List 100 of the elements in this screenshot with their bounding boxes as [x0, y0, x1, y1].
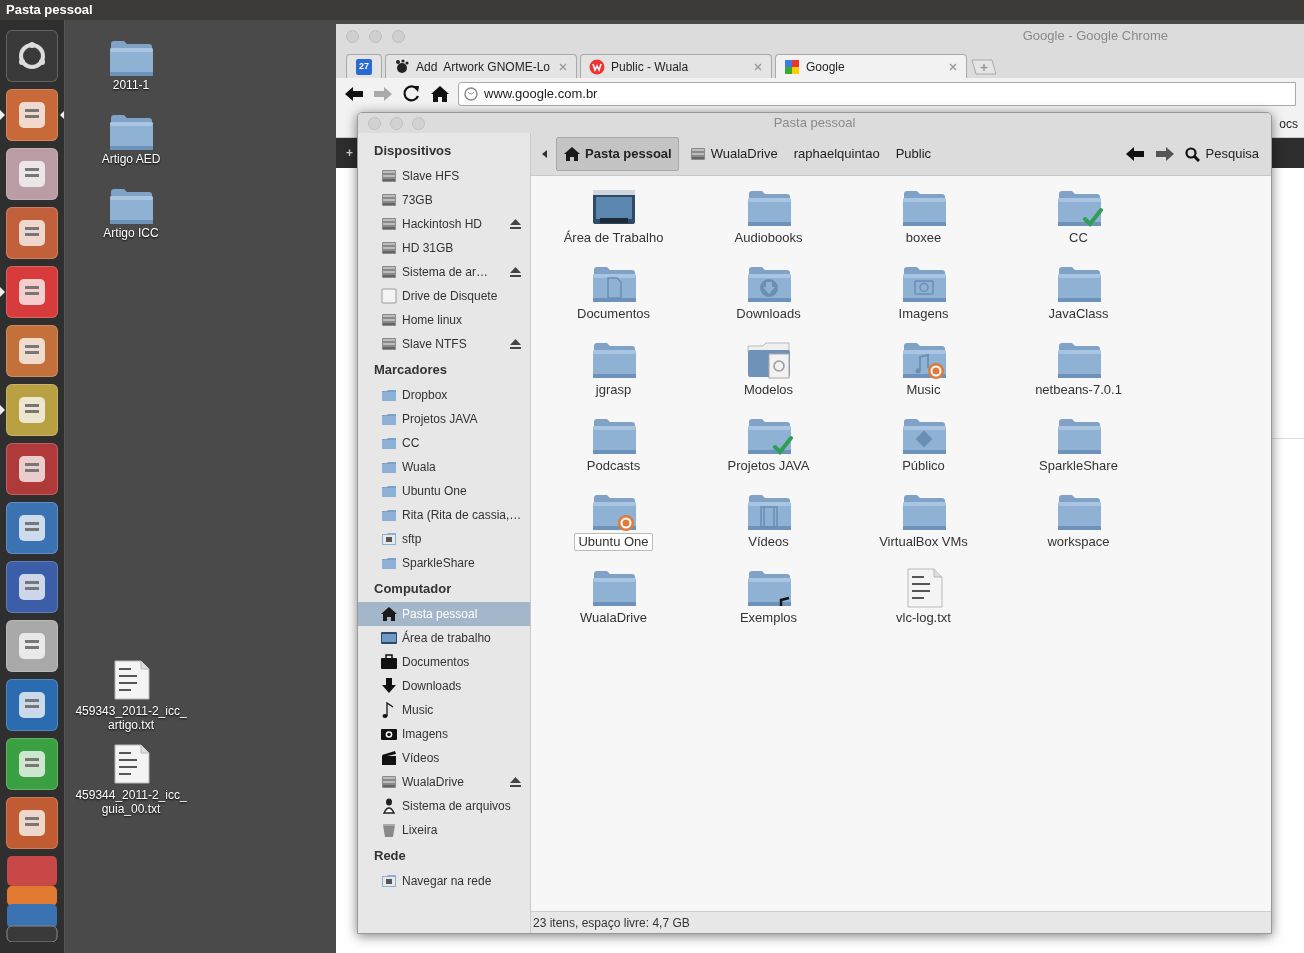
drive-icon — [380, 263, 398, 281]
sidebar-item[interactable]: Projetos JAVA — [358, 407, 530, 431]
close-icon[interactable] — [948, 61, 958, 72]
launcher-icon[interactable] — [6, 148, 58, 200]
eject-icon[interactable] — [509, 218, 522, 230]
launcher-icon[interactable] — [6, 561, 58, 613]
file-label[interactable]: Artigo AED — [61, 152, 201, 166]
file-label[interactable]: boxee — [901, 229, 946, 247]
file-label[interactable]: Artigo ICC — [61, 226, 201, 240]
drive-icon — [380, 773, 398, 791]
browser-tab[interactable]: Google — [775, 54, 967, 78]
file-label[interactable]: Documentos — [573, 305, 654, 323]
favicon-icon — [589, 58, 605, 75]
file-label[interactable]: Music — [902, 381, 945, 399]
file-label[interactable]: VirtualBox VMs — [875, 533, 972, 551]
sidebar-item[interactable]: Sistema de ar… — [358, 260, 530, 284]
launcher-icon[interactable] — [6, 620, 58, 672]
file-label[interactable]: WualaDrive — [576, 609, 651, 627]
file-label[interactable]: vlc-log.txt — [892, 609, 955, 627]
file-label[interactable]: Podcasts — [582, 457, 645, 475]
sidebar-item[interactable]: Rita (Rita de cassia,… — [358, 503, 530, 527]
new-tab-icon[interactable] — [970, 58, 998, 76]
file-label[interactable]: 459344_2011-2_icc_guia_00.txt — [61, 788, 201, 816]
file-label[interactable]: Público — [898, 457, 949, 475]
search-icon — [1184, 146, 1200, 162]
sidebar-item[interactable]: HD 31GB — [358, 236, 530, 260]
close-icon[interactable] — [753, 61, 763, 72]
path-button[interactable]: raphaelquintao — [787, 137, 886, 171]
eject-icon[interactable] — [509, 776, 522, 788]
reload-icon[interactable] — [402, 84, 422, 104]
file-label[interactable]: Audiobooks — [730, 229, 807, 247]
folder-icon[interactable] — [107, 38, 155, 78]
path-button[interactable]: WualaDrive — [682, 137, 784, 171]
forward-arrow-icon[interactable] — [1154, 146, 1175, 162]
sidebar-item[interactable]: Hackintosh HD — [358, 212, 530, 236]
browser-tab[interactable]: Public - Wuala — [580, 54, 772, 78]
browser-tab[interactable]: Add Artwork GNOME-Lo — [385, 54, 577, 78]
sidebar-item[interactable]: Sistema de arquivos — [358, 794, 530, 818]
sidebar-item[interactable]: Imagens — [358, 722, 530, 746]
close-icon[interactable] — [558, 61, 568, 72]
scroll-left-icon[interactable] — [542, 150, 547, 158]
sidebar-item[interactable]: sftp — [358, 527, 530, 551]
sidebar-item[interactable]: SparkleShare — [358, 551, 530, 575]
file-label[interactable]: Modelos — [739, 381, 798, 399]
file-label[interactable]: Imagens — [894, 305, 953, 323]
documents-icon — [380, 653, 398, 671]
sidebar-item[interactable]: Home linux — [358, 308, 530, 332]
sidebar-item[interactable]: Drive de Disquete — [358, 284, 530, 308]
file-label[interactable]: Projetos JAVA — [723, 457, 814, 475]
launcher-icon[interactable] — [6, 384, 58, 436]
sidebar-item[interactable]: Navegar na rede — [358, 869, 530, 893]
sidebar-item[interactable]: Slave HFS — [358, 164, 530, 188]
sidebar-item[interactable]: Slave NTFS — [358, 332, 530, 356]
sidebar-item[interactable]: Vídeos — [358, 746, 530, 770]
file-label[interactable]: jgrasp — [591, 381, 636, 399]
folder-icon[interactable] — [107, 186, 155, 226]
file-label[interactable]: Exemplos — [735, 609, 802, 627]
address-bar[interactable]: www.google.com.br — [458, 82, 1296, 106]
sidebar-item[interactable]: Área de trabalho — [358, 626, 530, 650]
search-button[interactable]: Pesquisa — [1178, 144, 1265, 164]
home-icon — [563, 145, 581, 163]
file-label[interactable]: netbeans-7.0.1 — [1031, 381, 1126, 399]
file-label[interactable]: SparkleShare — [1035, 457, 1122, 475]
back-arrow-icon[interactable] — [344, 85, 364, 103]
stacked-launcher-icon[interactable] — [4, 856, 60, 942]
file-label[interactable]: 459343_2011-2_icc_artigo.txt — [61, 704, 201, 732]
sidebar-item[interactable]: 73GB — [358, 188, 530, 212]
sidebar-item[interactable]: Documentos — [358, 650, 530, 674]
launcher-icon[interactable] — [6, 443, 58, 495]
file-label[interactable]: Ubuntu One — [574, 533, 653, 551]
sidebar-item[interactable]: WualaDrive — [358, 770, 530, 794]
desktop-icon — [380, 629, 398, 647]
folder-icon[interactable] — [744, 340, 793, 380]
sidebar-item[interactable]: Wuala — [358, 455, 530, 479]
sidebar-item[interactable]: Dropbox — [358, 383, 530, 407]
launcher-icon[interactable] — [6, 30, 58, 82]
file-label[interactable]: Downloads — [732, 305, 805, 323]
path-button[interactable]: Public — [889, 137, 938, 171]
back-arrow-icon[interactable] — [1124, 146, 1145, 162]
home-icon[interactable] — [431, 85, 449, 103]
file-label[interactable]: JavaClass — [1044, 305, 1113, 323]
bookmark-label[interactable]: ocs — [1279, 114, 1298, 133]
bar-link[interactable]: + — [346, 144, 353, 162]
path-button[interactable]: Pasta pessoal — [556, 137, 679, 171]
sidebar-item[interactable]: Ubuntu One — [358, 479, 530, 503]
sidebar-item[interactable]: CC — [358, 431, 530, 455]
sidebar-item[interactable]: Music — [358, 698, 530, 722]
eject-icon[interactable] — [509, 338, 522, 350]
sidebar-item[interactable]: Lixeira — [358, 818, 530, 842]
launcher-icon[interactable] — [6, 502, 58, 554]
launcher-icon[interactable] — [6, 679, 58, 731]
browser-tab[interactable]: 27 — [346, 54, 382, 78]
file-label[interactable]: 2011-1 — [61, 78, 201, 92]
file-label[interactable]: Vídeos — [744, 533, 793, 551]
sidebar-item[interactable]: Downloads — [358, 674, 530, 698]
eject-icon[interactable] — [509, 266, 522, 278]
file-label[interactable]: CC — [1065, 229, 1092, 247]
folder-icon[interactable] — [107, 112, 155, 152]
file-label[interactable]: Área de Trabalho — [559, 229, 668, 247]
file-label[interactable]: workspace — [1043, 533, 1114, 551]
